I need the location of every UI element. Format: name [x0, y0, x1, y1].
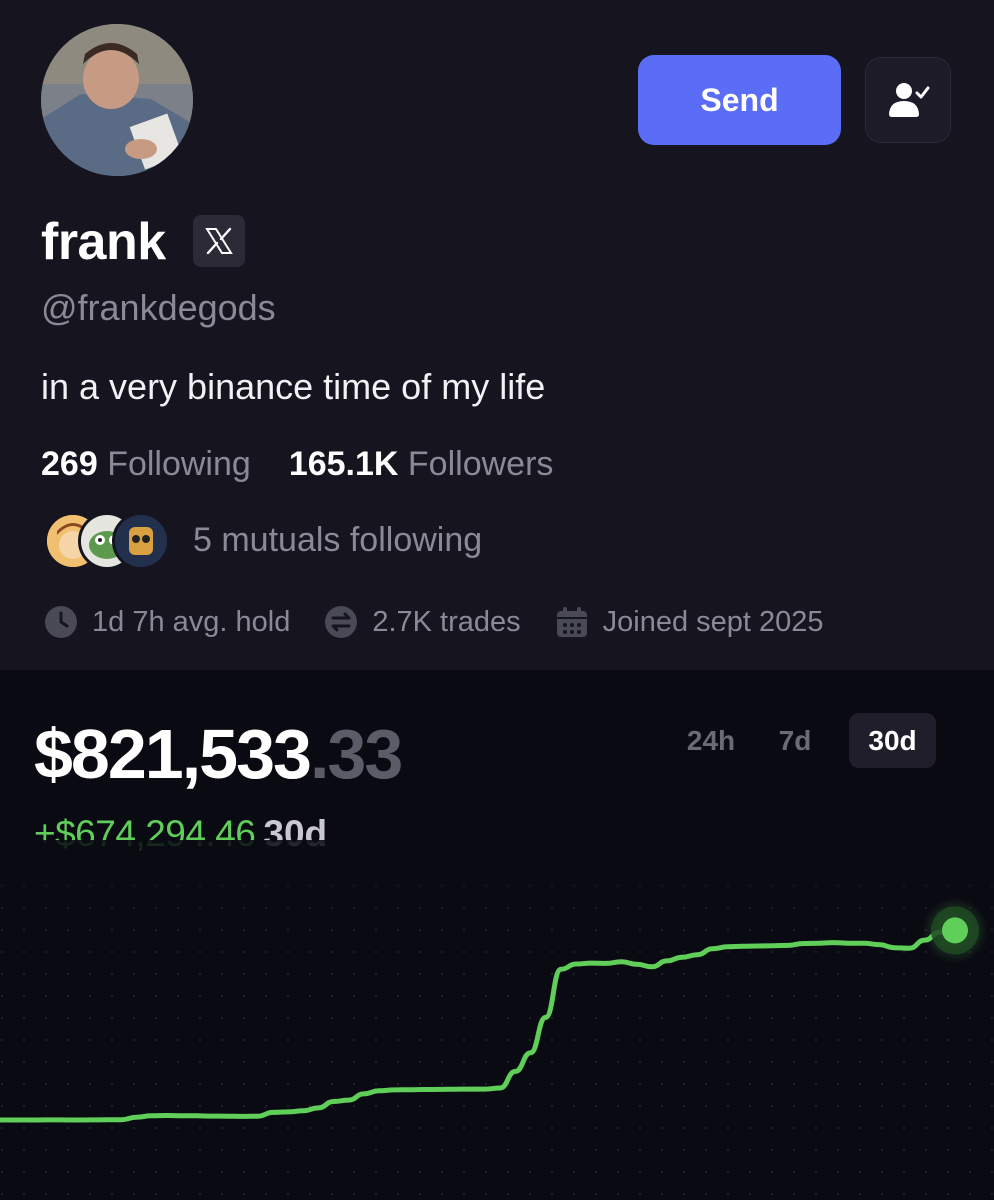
- avg-hold-text: 1d 7h avg. hold: [92, 605, 291, 638]
- profile-name: frank: [41, 213, 166, 271]
- portfolio-balance: $821,533.33: [34, 712, 403, 796]
- mutuals-following-text[interactable]: 5 mutuals following: [193, 518, 482, 562]
- follow-stats: 269 Following 165.1K Followers: [41, 442, 553, 486]
- range-tab-7d[interactable]: 7d: [762, 713, 828, 768]
- following-label: Following: [107, 445, 251, 483]
- following-stat[interactable]: 269 Following: [41, 445, 251, 483]
- followers-stat[interactable]: 165.1K Followers: [289, 445, 554, 483]
- following-toggle-button[interactable]: [865, 57, 951, 143]
- clock-icon: [45, 606, 77, 638]
- send-button[interactable]: Send: [638, 55, 841, 145]
- mutual-avatars[interactable]: [44, 512, 174, 570]
- x-logo-icon[interactable]: [193, 215, 245, 267]
- followers-count: 165.1K: [288, 445, 399, 483]
- swap-icon: [325, 606, 358, 638]
- trades-stat: 2.7K trades: [324, 605, 521, 639]
- profile-meta: 1d 7h avg. hold 2.7K trades Joined sept …: [44, 600, 824, 644]
- current-value-marker[interactable]: [942, 917, 968, 944]
- range-tab-24h[interactable]: 24h: [666, 713, 756, 768]
- chart-grid-fade: [0, 840, 994, 980]
- joined-text: Joined sept 2025: [602, 605, 824, 638]
- user-check-icon: [889, 83, 930, 117]
- range-tabs: 24h 7d 30d: [666, 713, 936, 768]
- profile-avatar[interactable]: [41, 24, 193, 176]
- mutual-avatar: [112, 512, 170, 570]
- trades-text: 2.7K trades: [372, 605, 521, 638]
- portfolio-chart[interactable]: [0, 840, 994, 1200]
- avg-hold-stat: 1d 7h avg. hold: [44, 605, 290, 639]
- range-tab-30d[interactable]: 30d: [849, 713, 936, 768]
- balance-main: $821,533: [34, 715, 312, 793]
- calendar-icon: [556, 607, 587, 637]
- balance-cents: .33: [309, 715, 403, 793]
- profile-bio: in a very binance time of my life: [41, 366, 546, 407]
- profile-handle[interactable]: @frankdegods: [41, 286, 276, 330]
- followers-label: Followers: [407, 445, 554, 483]
- following-count: 269: [41, 445, 98, 483]
- joined-stat: Joined sept 2025: [555, 605, 824, 639]
